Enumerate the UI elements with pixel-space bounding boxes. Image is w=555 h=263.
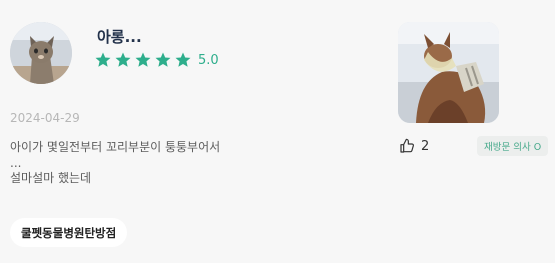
content-line: ... bbox=[10, 155, 22, 170]
review-content[interactable]: 아이가 몇일전부터 꼬리부분이 퉁퉁부어서 ... 설마설마 했는데 bbox=[10, 140, 220, 187]
review-date: 2024-04-29 bbox=[10, 111, 80, 125]
rating-value: 5.0 bbox=[198, 52, 219, 68]
cat-avatar-icon bbox=[10, 22, 72, 84]
thumbs-up-icon bbox=[400, 138, 414, 153]
content-line: 설마설마 했는데 bbox=[10, 171, 92, 185]
like-button[interactable]: 2 bbox=[399, 138, 429, 154]
star-icon bbox=[95, 52, 111, 67]
review-photo[interactable] bbox=[398, 22, 499, 123]
revisit-badge: 재방문 의사 O bbox=[477, 136, 549, 156]
star-icon bbox=[135, 52, 151, 67]
like-count: 2 bbox=[421, 138, 430, 154]
cat-cone-photo-icon bbox=[398, 22, 499, 123]
star-rating: 5.0 bbox=[94, 51, 219, 69]
author-nickname[interactable]: 아롱... bbox=[97, 26, 142, 47]
content-line: 아이가 몇일전부터 꼬리부분이 퉁퉁부어서 bbox=[10, 140, 221, 154]
hospital-tag[interactable]: 쿨펫동물병원탄방점 bbox=[10, 218, 128, 247]
star-icon bbox=[155, 52, 171, 67]
star-icon bbox=[115, 52, 131, 67]
author-avatar[interactable] bbox=[10, 22, 72, 84]
star-icon bbox=[175, 52, 191, 67]
